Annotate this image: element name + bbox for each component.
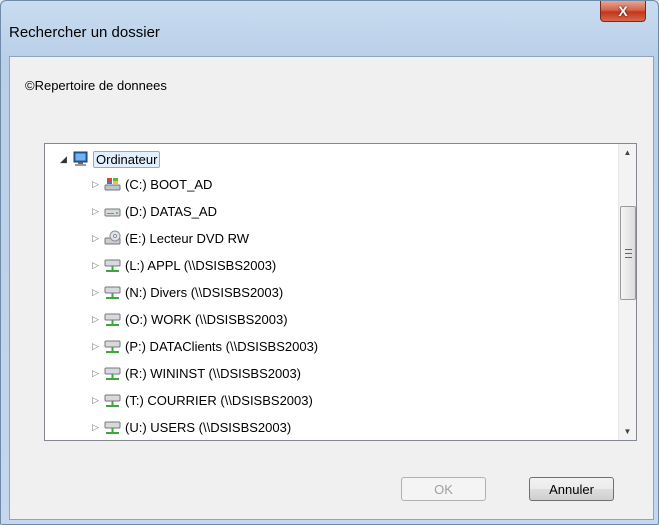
title-bar: Rechercher un dossier X — [1, 1, 658, 41]
network-drive-icon — [104, 286, 121, 299]
tree-item-drive-d[interactable]: ▷ (D:) DATAS_AD — [91, 200, 217, 222]
window-title: Rechercher un dossier — [9, 24, 160, 41]
network-drive-icon — [104, 367, 121, 380]
folder-tree[interactable]: ◢ Ordinateur ▷ (C:) BOOT_AD ▷ (D:) DATAS… — [44, 143, 637, 441]
tree-item-drive-r[interactable]: ▷ (R:) WININST (\\DSISBS2003) — [91, 362, 301, 384]
scroll-down-arrow-icon[interactable]: ▼ — [619, 423, 636, 440]
close-button[interactable]: X — [600, 1, 646, 22]
dvd-drive-icon — [104, 230, 121, 245]
collapsed-arrow-icon[interactable]: ▷ — [91, 287, 100, 297]
system-drive-icon — [104, 178, 121, 191]
network-drive-icon — [104, 394, 121, 407]
computer-icon — [73, 151, 88, 166]
tree-item-label: (D:) DATAS_AD — [125, 203, 217, 219]
grip-icon — [624, 248, 632, 258]
tree-item-label: (O:) WORK (\\DSISBS2003) — [125, 311, 288, 327]
tree-item-drive-l[interactable]: ▷ (L:) APPL (\\DSISBS2003) — [91, 254, 276, 276]
tree-item-label: (P:) DATAClients (\\DSISBS2003) — [125, 338, 319, 354]
close-icon: X — [618, 3, 628, 19]
tree-item-label: (L:) APPL (\\DSISBS2003) — [125, 257, 277, 273]
tree-item-label: (U:) USERS (\\DSISBS2003) — [125, 419, 292, 435]
dialog-description: ©Repertoire de donnees — [25, 78, 167, 93]
tree-item-label: (R:) WININST (\\DSISBS2003) — [125, 365, 302, 381]
collapsed-arrow-icon[interactable]: ▷ — [91, 368, 100, 378]
dialog-client-area: ©Repertoire de donnees ◢ Ordinateur ▷ (C… — [9, 56, 654, 520]
collapsed-arrow-icon[interactable]: ▷ — [91, 422, 100, 432]
ok-button[interactable]: OK — [401, 477, 486, 501]
collapsed-arrow-icon[interactable]: ▷ — [91, 395, 100, 405]
tree-item-drive-t[interactable]: ▷ (T:) COURRIER (\\DSISBS2003) — [91, 389, 313, 411]
tree-item-label: (E:) Lecteur DVD RW — [125, 230, 250, 246]
tree-item-drive-c[interactable]: ▷ (C:) BOOT_AD — [91, 173, 212, 195]
tree-item-ordinateur[interactable]: ◢ Ordinateur — [59, 148, 161, 170]
network-drive-icon — [104, 259, 121, 272]
cancel-button[interactable]: Annuler — [529, 477, 614, 501]
tree-item-label: Ordinateur — [93, 150, 161, 168]
tree-item-drive-e[interactable]: ▷ (E:) Lecteur DVD RW — [91, 227, 249, 249]
collapsed-arrow-icon[interactable]: ▷ — [91, 233, 100, 243]
tree-item-drive-o[interactable]: ▷ (O:) WORK (\\DSISBS2003) — [91, 308, 288, 330]
tree-item-label: (T:) COURRIER (\\DSISBS2003) — [125, 392, 313, 408]
scroll-up-arrow-icon[interactable]: ▲ — [619, 144, 636, 161]
tree-item-drive-u[interactable]: ▷ (U:) USERS (\\DSISBS2003) — [91, 416, 291, 438]
collapsed-arrow-icon[interactable]: ▷ — [91, 179, 100, 189]
tree-item-drive-p[interactable]: ▷ (P:) DATAClients (\\DSISBS2003) — [91, 335, 318, 357]
tree-item-label: (C:) BOOT_AD — [125, 176, 213, 192]
tree-item-drive-n[interactable]: ▷ (N:) Divers (\\DSISBS2003) — [91, 281, 283, 303]
collapsed-arrow-icon[interactable]: ▷ — [91, 260, 100, 270]
tree-item-label: (N:) Divers (\\DSISBS2003) — [125, 284, 284, 300]
network-drive-icon — [104, 421, 121, 434]
collapsed-arrow-icon[interactable]: ▷ — [91, 206, 100, 216]
network-drive-icon — [104, 340, 121, 353]
expanded-arrow-icon[interactable]: ◢ — [59, 154, 68, 164]
dialog-window: Rechercher un dossier X ©Repertoire de d… — [0, 0, 659, 525]
scrollbar-thumb[interactable] — [620, 206, 636, 300]
network-drive-icon — [104, 313, 121, 326]
collapsed-arrow-icon[interactable]: ▷ — [91, 314, 100, 324]
collapsed-arrow-icon[interactable]: ▷ — [91, 341, 100, 351]
vertical-scrollbar[interactable]: ▲ ▼ — [618, 144, 636, 440]
hard-drive-icon — [104, 208, 121, 217]
